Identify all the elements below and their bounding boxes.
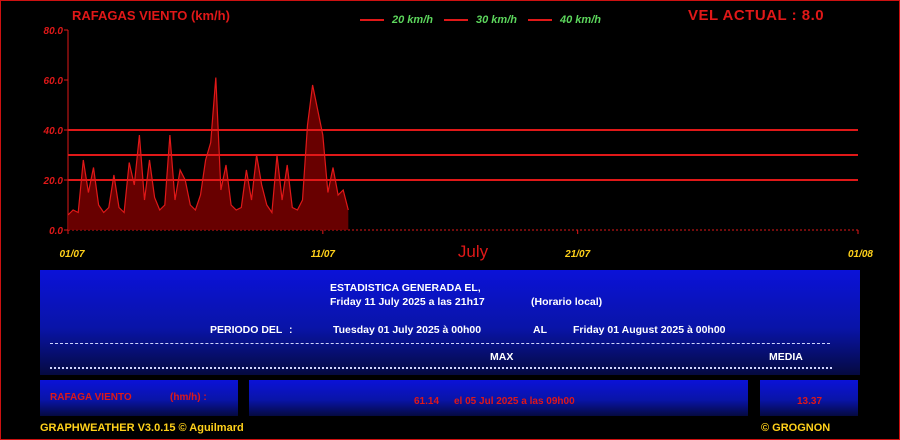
row-label-cell: RAFAGA VIENTO (hm/h) : (40, 380, 238, 416)
y-tick-label: 60.0 (44, 76, 64, 87)
x-tick-label: 11/07 (311, 249, 336, 260)
media-header: MEDIA (769, 351, 803, 363)
divider-dashed (50, 343, 830, 344)
generated-label: ESTADISTICA GENERADA EL, (330, 282, 481, 294)
month-label: July (458, 242, 489, 261)
y-tick-label: 0.0 (49, 226, 63, 237)
max-header: MAX (490, 351, 514, 363)
wind-gust-chart: 0.0 20.0 40.0 60.0 80.0 01/07 11/07 21/07 01/08 J… (43, 26, 874, 261)
local-time-note: (Horario local) (531, 296, 603, 308)
x-tick-label: 01/08 (848, 249, 873, 260)
generated-date: Friday 11 July 2025 a las 21h17 (330, 296, 485, 308)
divider-dotted (50, 367, 832, 369)
x-tick-label: 01/07 (59, 249, 84, 260)
period-al: AL (533, 324, 547, 336)
period-start: Tuesday 01 July 2025 à 00h00 (333, 324, 482, 336)
row-media-cell: 13.37 (760, 380, 858, 416)
media-value: 13.37 (797, 396, 823, 407)
period-label: PERIODO DEL (210, 324, 283, 336)
max-when: el 05 Jul 2025 a las 09h00 (454, 396, 575, 407)
period-end: Friday 01 August 2025 à 00h00 (573, 324, 726, 336)
footer-author: © GROGNON (761, 422, 831, 434)
footer-credit: GRAPHWEATHER V3.0.15 © Aguilmard (40, 422, 244, 434)
gust-area (68, 77, 349, 230)
max-value: 61.14 (414, 396, 440, 407)
y-tick-label: 80.0 (44, 26, 64, 37)
row-max-cell: 61.14 el 05 Jul 2025 a las 09h00 (249, 380, 748, 416)
row-label: RAFAGA VIENTO (50, 392, 132, 403)
x-tick-label: 21/07 (564, 249, 590, 260)
statistics-panel: ESTADISTICA GENERADA EL, Friday 11 July … (40, 270, 860, 375)
y-tick-label: 20.0 (43, 176, 64, 187)
row-unit: (hm/h) : (170, 392, 207, 403)
period-colon: : (289, 324, 293, 336)
y-tick-label: 40.0 (43, 126, 64, 137)
